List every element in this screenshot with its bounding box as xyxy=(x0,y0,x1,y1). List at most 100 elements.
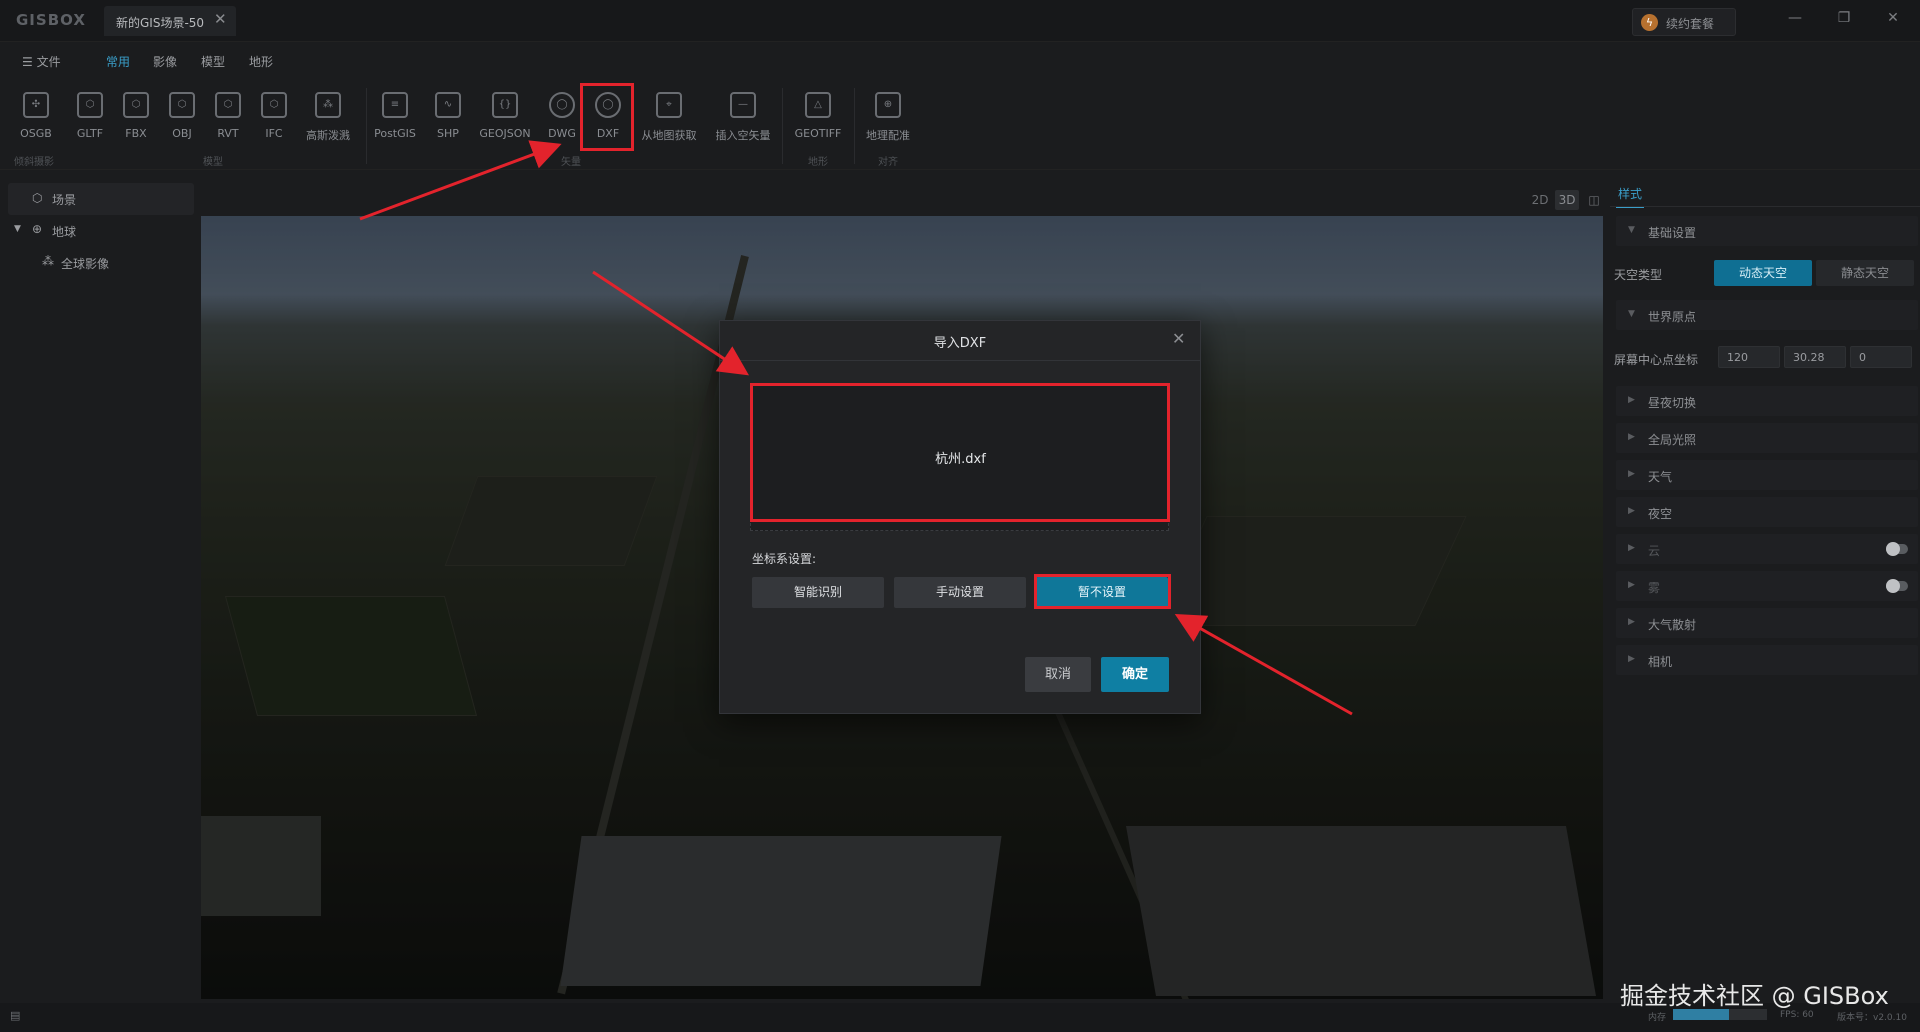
dialog-title: 导入DXF xyxy=(933,336,987,351)
section-cloud[interactable]: ▶ 云 xyxy=(1616,534,1918,564)
insert-empty-vector-button[interactable]: — 插入空矢量 xyxy=(710,92,776,143)
longitude-input[interactable]: 120 xyxy=(1718,346,1780,368)
cancel-button[interactable]: 取消 xyxy=(1025,657,1091,692)
imagery-icon: ⁂ xyxy=(42,254,54,268)
dialog-header: 导入DXF ✕ xyxy=(720,321,1200,361)
scene-tab[interactable]: 新的GIS场景-50 ✕ xyxy=(104,6,236,36)
postgis-button[interactable]: ≡ PostGIS xyxy=(372,92,418,140)
tab-style[interactable]: 样式 xyxy=(1616,185,1645,208)
section-weather[interactable]: ▶ 天气 xyxy=(1616,460,1918,490)
chevron-right-icon: ▶ xyxy=(1628,617,1635,627)
chevron-down-icon: ▼ xyxy=(1628,225,1635,235)
rvt-button[interactable]: ⬡ RVT xyxy=(208,92,248,140)
view-2d-button[interactable]: 2D xyxy=(1528,190,1552,210)
cloud-toggle[interactable] xyxy=(1886,542,1908,556)
section-world-origin[interactable]: ▼ 世界原点 xyxy=(1616,300,1918,330)
terrain-icon: △ xyxy=(805,92,831,118)
latitude-input[interactable]: 30.28 xyxy=(1784,346,1846,368)
section-basic[interactable]: ▼ 基础设置 xyxy=(1616,216,1918,246)
minimize-button[interactable]: — xyxy=(1784,10,1806,30)
section-camera[interactable]: ▶ 相机 xyxy=(1616,645,1918,675)
fbx-button[interactable]: ⬡ FBX xyxy=(116,92,156,140)
section-atmosphere-label: 大气散射 xyxy=(1648,618,1697,632)
toggle-knob xyxy=(1886,542,1900,556)
cube-icon: ⬡ xyxy=(123,92,149,118)
pick-from-map-button[interactable]: ⌖ 从地图获取 xyxy=(636,92,702,143)
osgb-button[interactable]: ✣ OSGB xyxy=(14,92,58,140)
height-input[interactable]: 0 xyxy=(1850,346,1912,368)
close-icon[interactable]: ✕ xyxy=(1172,329,1185,348)
obj-button[interactable]: ⬡ OBJ xyxy=(162,92,202,140)
highlight-box xyxy=(580,83,634,151)
tab-model[interactable]: 模型 xyxy=(201,53,225,70)
restore-button[interactable]: ❐ xyxy=(1833,10,1855,30)
confirm-button[interactable]: 确定 xyxy=(1101,657,1169,692)
split-view-button[interactable]: ◫ xyxy=(1582,190,1606,210)
scene-tree-panel: ⬡ 场景 ▼ ⊕ 地球 ⁂ 全球影像 xyxy=(8,183,194,1003)
dwg-button[interactable]: ◯ DWG xyxy=(542,92,582,140)
close-tab-icon[interactable]: ✕ xyxy=(214,10,227,28)
gltf-label: GLTF xyxy=(76,127,104,140)
tab-common[interactable]: 常用 xyxy=(106,53,130,70)
shp-button[interactable]: ∿ SHP xyxy=(428,92,468,140)
section-day-night[interactable]: ▶ 昼夜切换 xyxy=(1616,386,1918,416)
view-3d-button[interactable]: 3D xyxy=(1555,190,1579,210)
log-icon[interactable]: ▤ xyxy=(10,1009,20,1022)
scene-tree-root[interactable]: ⬡ 场景 xyxy=(8,183,194,215)
imagery-label: 全球影像 xyxy=(61,257,110,271)
crs-manual-button[interactable]: 手动设置 xyxy=(894,577,1026,608)
tree-item-earth[interactable]: ▼ ⊕ 地球 xyxy=(8,215,194,245)
pick-from-map-label: 从地图获取 xyxy=(641,129,697,142)
section-camera-label: 相机 xyxy=(1648,655,1673,669)
panel-divider xyxy=(1610,206,1920,207)
section-weather-label: 天气 xyxy=(1648,470,1673,484)
scene-tab-label: 新的GIS场景-50 xyxy=(116,16,205,30)
splat-icon: ⁂ xyxy=(315,92,341,118)
database-icon: ≡ xyxy=(382,92,408,118)
renew-plan-label: 续约套餐 xyxy=(1666,17,1715,31)
scene-icon: ⬡ xyxy=(32,191,43,205)
chevron-right-icon: ▶ xyxy=(1628,395,1635,405)
section-atmosphere[interactable]: ▶ 大气散射 xyxy=(1616,608,1918,638)
rvt-label: RVT xyxy=(217,127,239,140)
geotiff-button[interactable]: △ GEOTIFF xyxy=(788,92,848,140)
dynamic-sky-button[interactable]: 动态天空 xyxy=(1714,260,1812,286)
georeference-button[interactable]: ⊕ 地理配准 xyxy=(860,92,916,143)
georeference-icon: ⊕ xyxy=(875,92,901,118)
vector-icon: — xyxy=(730,92,756,118)
section-world-origin-label: 世界原点 xyxy=(1648,310,1697,324)
geojson-label: GEOJSON xyxy=(479,127,531,140)
import-dxf-dialog: 导入DXF ✕ 杭州.dxf 坐标系设置: 智能识别 手动设置 暂不设置 取消 … xyxy=(719,320,1201,714)
group-label-vector: 矢量 xyxy=(561,157,581,168)
crs-auto-detect-button[interactable]: 智能识别 xyxy=(752,577,884,608)
section-night-sky[interactable]: ▶ 夜空 xyxy=(1616,497,1918,527)
cube-icon: ⬡ xyxy=(77,92,103,118)
tab-imagery[interactable]: 影像 xyxy=(153,53,177,70)
chevron-right-icon: ▶ xyxy=(1628,543,1635,553)
group-label-model: 模型 xyxy=(203,157,223,168)
fps-readout: FPS: 60 xyxy=(1780,1010,1814,1020)
group-label-oblique: 倾斜摄影 xyxy=(14,157,54,168)
static-sky-button[interactable]: 静态天空 xyxy=(1816,260,1914,286)
chevron-right-icon: ▶ xyxy=(1628,580,1635,590)
section-global-light[interactable]: ▶ 全局光照 xyxy=(1616,423,1918,453)
cube-icon: ⬡ xyxy=(169,92,195,118)
geojson-button[interactable]: {} GEOJSON xyxy=(474,92,536,140)
section-cloud-label: 云 xyxy=(1648,544,1661,558)
style-panel: 样式 ▼ 基础设置 天空类型 动态天空 静态天空 ▼ 世界原点 屏幕中心点坐标 … xyxy=(1610,180,1920,1000)
ifc-label: IFC xyxy=(265,127,283,140)
tree-item-imagery[interactable]: ⁂ 全球影像 xyxy=(8,247,194,277)
crs-setting-label: 坐标系设置: xyxy=(752,552,817,566)
section-fog[interactable]: ▶ 雾 xyxy=(1616,571,1918,601)
drone-icon: ✣ xyxy=(23,92,49,118)
renew-plan-button[interactable]: ϟ 续约套餐 xyxy=(1632,8,1736,36)
sky-type-label: 天空类型 xyxy=(1614,268,1663,282)
close-window-button[interactable]: ✕ xyxy=(1882,10,1904,30)
fog-toggle[interactable] xyxy=(1886,579,1908,593)
ifc-button[interactable]: ⬡ IFC xyxy=(254,92,294,140)
dwg-icon: ◯ xyxy=(549,92,575,118)
file-menu[interactable]: ☰ 文件 xyxy=(22,53,61,70)
tab-terrain[interactable]: 地形 xyxy=(249,53,273,70)
gaussian-splat-button[interactable]: ⁂ 高斯泼溅 xyxy=(300,92,356,143)
gltf-button[interactable]: ⬡ GLTF xyxy=(70,92,110,140)
